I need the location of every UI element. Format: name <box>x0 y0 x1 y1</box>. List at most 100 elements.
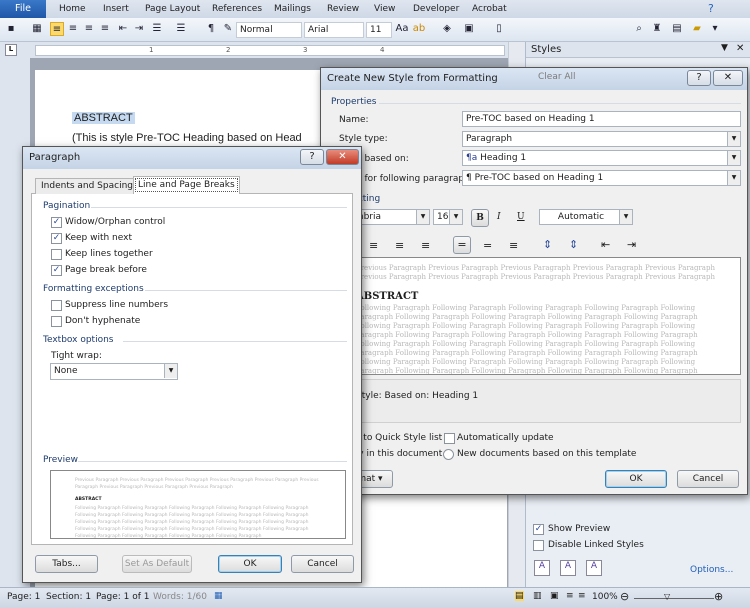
cancel-button[interactable]: Cancel <box>291 555 354 573</box>
suppress-line-numbers-checkbox[interactable] <box>51 300 62 311</box>
close-button[interactable]: ✕ <box>326 149 359 165</box>
status-page[interactable]: Page: 1 <box>7 592 40 602</box>
align-center-icon[interactable]: ≡ <box>66 22 80 36</box>
justify-icon[interactable]: ≡ <box>98 22 112 36</box>
auto-update-checkbox[interactable] <box>444 433 455 444</box>
cancel-button[interactable]: Cancel <box>677 470 739 488</box>
based-on-select[interactable]: ¶a Heading 1 ▼ <box>462 150 741 166</box>
tabs-button[interactable]: Tabs... <box>35 555 98 573</box>
tight-wrap-select[interactable]: None ▼ <box>50 363 178 380</box>
ok-button[interactable]: OK <box>218 555 282 573</box>
tab-selector[interactable]: L <box>5 44 17 56</box>
style-clear-all[interactable]: Clear All <box>538 72 576 82</box>
new-docs-radio[interactable] <box>443 449 454 460</box>
style-combo[interactable]: Normal <box>236 22 302 38</box>
align-center-icon[interactable]: ≡ <box>369 239 378 252</box>
increase-indent-icon[interactable]: ⇥ <box>627 238 636 251</box>
table-icon[interactable]: ▦ <box>30 22 44 36</box>
decrease-indent-icon[interactable]: ⇤ <box>601 238 610 251</box>
font-combo[interactable]: Arial <box>304 22 364 38</box>
zoom-out-icon[interactable]: ⊖ <box>620 590 629 603</box>
double-spacing-icon[interactable]: ≡ <box>509 239 518 252</box>
align-left-icon[interactable]: ≡ <box>50 22 64 36</box>
status-section[interactable]: Section: 1 <box>46 592 91 602</box>
note-icon[interactable]: ▰ <box>690 22 704 36</box>
highlight-icon[interactable]: ab <box>412 22 426 36</box>
close-icon[interactable]: ✕ <box>736 43 744 54</box>
show-preview-checkbox[interactable]: ✓ <box>533 524 544 535</box>
tab-acrobat[interactable]: Acrobat <box>472 4 507 14</box>
underline-button[interactable]: U <box>517 212 525 222</box>
zoom-slider-thumb[interactable]: ▽ <box>664 592 670 601</box>
tab-file[interactable]: File <box>0 0 46 18</box>
abstract-heading[interactable]: ABSTRACT <box>72 112 135 124</box>
help-button[interactable]: ? <box>687 70 711 86</box>
shading-icon[interactable]: ◈ <box>440 22 454 36</box>
outline-icon[interactable]: ▤ <box>670 22 684 36</box>
save-icon[interactable]: ▪ <box>4 22 18 36</box>
align-right-icon[interactable]: ≡ <box>395 239 404 252</box>
size-select[interactable]: 16 ▼ <box>433 209 463 225</box>
bold-button[interactable]: B <box>471 209 489 227</box>
manage-styles-icon[interactable]: A <box>586 560 602 576</box>
following-select[interactable]: ¶ Pre-TOC based on Heading 1 ▼ <box>462 170 741 186</box>
one-half-spacing-icon[interactable]: = <box>483 239 492 252</box>
zoom-slider[interactable] <box>634 598 714 599</box>
customize-icon[interactable]: ▾ <box>708 22 722 36</box>
decrease-spacing-icon[interactable]: ⇕ <box>569 238 578 251</box>
find-icon[interactable]: ⌕ <box>632 22 646 36</box>
justify-icon[interactable]: ≡ <box>421 239 430 252</box>
style-type-select[interactable]: Paragraph ▼ <box>462 131 741 147</box>
new-style-icon[interactable]: A <box>534 560 550 576</box>
increase-spacing-icon[interactable]: ⇕ <box>543 238 552 251</box>
close-button[interactable]: ✕ <box>713 70 743 86</box>
help-icon[interactable]: ? <box>708 2 714 15</box>
print-layout-icon[interactable]: ▤ <box>515 591 524 601</box>
draft-view-icon[interactable]: ≡ <box>578 591 586 601</box>
options-link[interactable]: Options... <box>690 565 733 575</box>
document-text[interactable]: (This is style Pre-TOC Heading based on … <box>72 132 302 144</box>
help-button[interactable]: ? <box>300 149 324 165</box>
horizontal-ruler[interactable]: 1 2 3 4 <box>35 45 505 56</box>
keep-lines-together-checkbox[interactable] <box>51 249 62 260</box>
dropdown-icon[interactable]: ▼ <box>721 43 728 53</box>
bullets-icon[interactable]: ☰ <box>150 22 164 36</box>
binoculars-icon[interactable]: ♜ <box>650 22 664 36</box>
ok-button[interactable]: OK <box>605 470 667 488</box>
language-icon[interactable]: ▦ <box>214 591 223 601</box>
widow-orphan-checkbox[interactable]: ✓ <box>51 217 62 228</box>
status-pages[interactable]: Page: 1 of 1 <box>96 592 150 602</box>
tab-indents-spacing[interactable]: Indents and Spacing <box>35 178 139 194</box>
pilcrow-icon[interactable]: ¶ <box>204 22 218 36</box>
page-icon[interactable]: ▯ <box>492 22 506 36</box>
single-spacing-icon[interactable]: = <box>453 236 471 254</box>
tab-developer[interactable]: Developer <box>413 4 459 14</box>
tab-home[interactable]: Home <box>59 4 86 14</box>
reading-layout-icon[interactable]: ▥ <box>533 591 542 601</box>
tab-line-page-breaks[interactable]: Line and Page Breaks <box>133 176 240 194</box>
tab-insert[interactable]: Insert <box>103 4 129 14</box>
page-break-before-checkbox[interactable]: ✓ <box>51 265 62 276</box>
keep-with-next-checkbox[interactable]: ✓ <box>51 233 62 244</box>
align-right-icon[interactable]: ≡ <box>82 22 96 36</box>
format-painter-icon[interactable]: ✎ <box>221 22 235 36</box>
name-input[interactable]: Pre-TOC based on Heading 1 <box>462 111 741 127</box>
italic-button[interactable]: I <box>497 212 501 222</box>
tab-references[interactable]: References <box>212 4 262 14</box>
increase-indent-icon[interactable]: ⇥ <box>132 22 146 36</box>
zoom-in-icon[interactable]: ⊕ <box>714 590 723 603</box>
status-words[interactable]: Words: 1/60 <box>153 592 207 602</box>
numbering-icon[interactable]: ☰ <box>174 22 188 36</box>
color-select[interactable]: Automatic ▼ <box>539 209 633 225</box>
tab-page-layout[interactable]: Page Layout <box>145 4 200 14</box>
zoom-level[interactable]: 100% <box>592 592 618 602</box>
disable-linked-checkbox[interactable] <box>533 540 544 551</box>
outline-view-icon[interactable]: ≡ <box>566 591 574 601</box>
size-combo[interactable]: 11 <box>366 22 392 38</box>
decrease-indent-icon[interactable]: ⇤ <box>116 22 130 36</box>
tab-review[interactable]: Review <box>327 4 359 14</box>
tab-view[interactable]: View <box>374 4 395 14</box>
dont-hyphenate-checkbox[interactable] <box>51 316 62 327</box>
tab-mailings[interactable]: Mailings <box>274 4 311 14</box>
change-case-icon[interactable]: Aa <box>395 22 409 36</box>
